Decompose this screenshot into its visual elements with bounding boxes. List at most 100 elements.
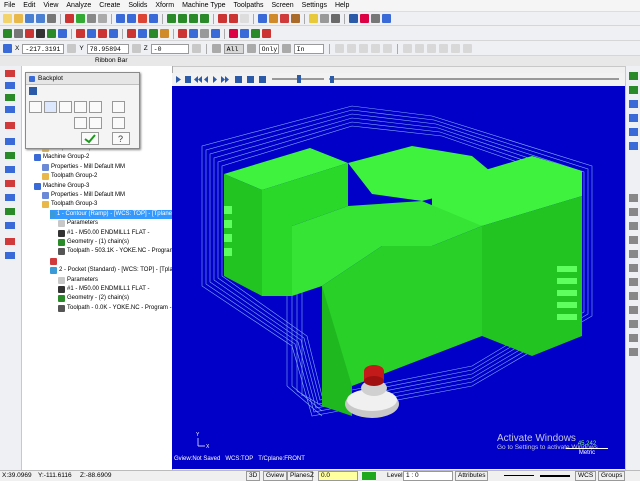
tree-item[interactable]: Toolpath Group-2 <box>42 172 97 181</box>
sel-vector-icon[interactable] <box>382 44 392 53</box>
top-view-icon[interactable] <box>167 14 176 23</box>
undo-icon[interactable] <box>65 14 74 23</box>
display-endpoints-button[interactable] <box>89 101 102 113</box>
sel-last-icon[interactable] <box>414 44 424 53</box>
backplot-icon[interactable] <box>251 29 260 38</box>
tree-item[interactable]: Parameters <box>58 276 98 285</box>
chain-icon[interactable] <box>281 44 291 53</box>
colors-icon[interactable] <box>189 29 198 38</box>
menu-toolpaths[interactable]: Toolpaths <box>230 0 268 11</box>
post-icon[interactable] <box>262 29 271 38</box>
options-button[interactable] <box>74 117 87 129</box>
trim-icon[interactable] <box>76 29 85 38</box>
tree-item[interactable]: Toolpath Group-3 <box>42 200 97 209</box>
tree-item[interactable]: Toolpath - 0.0K - YOKE.NC - Program - <box>58 304 172 313</box>
tree-item[interactable]: Machine Group-2 <box>34 153 89 162</box>
menu-analyze[interactable]: Analyze <box>62 0 95 11</box>
menu-edit[interactable]: Edit <box>19 0 39 11</box>
sel-all-icon[interactable] <box>402 44 412 53</box>
hidden-icon[interactable] <box>240 14 249 23</box>
tree-item[interactable] <box>50 257 59 266</box>
menu-view[interactable]: View <box>39 0 62 11</box>
tree-item[interactable]: Toolpath - 503.1K - YOKE.NC - Program <box>58 247 175 256</box>
spline-icon[interactable] <box>58 29 67 38</box>
join-icon[interactable] <box>98 29 107 38</box>
sel-box-icon[interactable] <box>334 44 344 53</box>
y-coordinate-field[interactable]: 78.95894 <box>86 43 129 54</box>
save-as-icon[interactable] <box>36 14 45 23</box>
right-tool-icons[interactable] <box>626 66 640 470</box>
in-field[interactable]: In <box>293 43 324 54</box>
sel-area-icon[interactable] <box>370 44 380 53</box>
help-icon[interactable] <box>382 14 391 23</box>
tree-item[interactable]: Parameters <box>58 219 98 228</box>
autocursor-icon[interactable] <box>3 44 12 53</box>
line-icon[interactable] <box>14 29 23 38</box>
x-coordinate-field[interactable]: -217.3191 <box>22 43 65 54</box>
operations-icon[interactable] <box>360 14 369 23</box>
rectangle-icon[interactable] <box>47 29 56 38</box>
new-file-icon[interactable] <box>3 14 12 23</box>
unzoom-icon[interactable] <box>149 14 158 23</box>
display-holder-button[interactable] <box>59 101 72 113</box>
tree-item[interactable]: #1 - M50.00 ENDMILL1 FLAT - <box>58 229 149 238</box>
arc-icon[interactable] <box>25 29 34 38</box>
menu-help[interactable]: Help <box>331 0 353 11</box>
menu-create[interactable]: Create <box>95 0 124 11</box>
selection-mode-icon[interactable] <box>211 44 221 53</box>
menu-screen[interactable]: Screen <box>267 0 297 11</box>
playback-controls[interactable] <box>172 73 625 86</box>
save-icon[interactable] <box>25 14 34 23</box>
sel-single-icon[interactable] <box>358 44 368 53</box>
display-tool-button[interactable] <box>44 101 57 113</box>
toolpath-icon[interactable] <box>349 14 358 23</box>
settings-icon[interactable] <box>371 14 380 23</box>
graphics-viewport[interactable]: Y X Gview:Not Saved WCS:TOP T/Cplane:FRO… <box>172 86 625 469</box>
sel-window-icon[interactable] <box>438 44 448 53</box>
tree-item[interactable]: Machine Group-3 <box>34 182 89 191</box>
sel-chain-icon[interactable] <box>426 44 436 53</box>
cube-icon[interactable] <box>269 14 278 23</box>
left-tool-icons[interactable] <box>0 66 21 470</box>
help-button[interactable]: ? <box>112 132 130 145</box>
display-rapid-button[interactable] <box>74 101 87 113</box>
open-file-icon[interactable] <box>14 14 23 23</box>
translate-icon[interactable] <box>127 29 136 38</box>
zoom-window-icon[interactable] <box>127 14 136 23</box>
print-icon[interactable] <box>47 14 56 23</box>
rotate-xform-icon[interactable] <box>138 29 147 38</box>
ok-button[interactable] <box>81 132 99 145</box>
side-view-icon[interactable] <box>189 14 198 23</box>
fit-icon[interactable] <box>138 14 147 23</box>
break-icon[interactable] <box>87 29 96 38</box>
solid-icon[interactable] <box>280 14 289 23</box>
iso-view-icon[interactable] <box>200 14 209 23</box>
sel-cross-icon[interactable] <box>462 44 472 53</box>
menu-settings[interactable]: Settings <box>298 0 331 11</box>
stl-button[interactable] <box>112 117 125 129</box>
tree-item[interactable]: Geometry - (1) chain(s) <box>58 238 129 247</box>
cut-icon[interactable] <box>87 14 96 23</box>
tree-item[interactable]: 2 - Pocket (Standard) - [WCS: TOP] - [Tp… <box>50 266 173 275</box>
pencil-icon[interactable] <box>309 14 318 23</box>
y-lock-icon[interactable] <box>131 44 141 53</box>
fillet-icon[interactable] <box>36 29 45 38</box>
delete-icon[interactable] <box>331 14 340 23</box>
sel-solid-icon[interactable] <box>450 44 460 53</box>
only-field[interactable]: Only <box>258 43 279 54</box>
menu-machine-type[interactable]: Machine Type <box>178 0 229 11</box>
redo-icon[interactable] <box>76 14 85 23</box>
x-lock-icon[interactable] <box>67 44 77 53</box>
tree-item[interactable]: Properties - Mill Default MM <box>42 163 125 172</box>
tree-item[interactable]: Geometry - (2) chain(s) <box>58 294 129 303</box>
snap-icon[interactable] <box>211 29 220 38</box>
save-geometry-button[interactable] <box>89 117 102 129</box>
menu-xform[interactable]: Xform <box>151 0 178 11</box>
wireframe-icon[interactable] <box>218 14 227 23</box>
mill-toolpath-icon[interactable] <box>229 29 238 38</box>
z-coordinate-field[interactable]: -0 <box>150 43 189 54</box>
offset-icon[interactable] <box>160 29 169 38</box>
grid-icon[interactable] <box>200 29 209 38</box>
display-path-button[interactable] <box>29 101 42 113</box>
tree-item[interactable]: 1 - Contour (Ramp) - [WCS: TOP] - [Tplan… <box>50 209 172 219</box>
